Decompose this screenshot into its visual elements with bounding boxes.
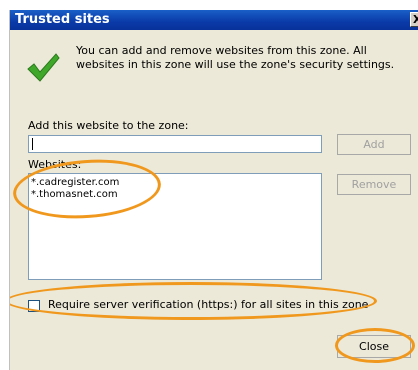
remove-button[interactable]: Remove (337, 174, 411, 195)
checkmark-icon (27, 53, 60, 82)
website-url-input[interactable] (28, 135, 322, 153)
add-button[interactable]: Add (337, 134, 411, 155)
title-bar: Trusted sites X (10, 10, 418, 30)
trusted-sites-dialog: Trusted sites X You can add and remove w… (9, 10, 418, 370)
dialog-title: Trusted sites (15, 12, 110, 27)
add-website-label: Add this website to the zone: (28, 119, 189, 132)
highlight-https-ellipse (10, 282, 377, 320)
close-window-button[interactable]: X (410, 12, 418, 27)
text-caret (32, 138, 33, 150)
zone-info-text: You can add and remove websites from thi… (76, 44, 395, 71)
highlight-close-ellipse (335, 328, 415, 363)
